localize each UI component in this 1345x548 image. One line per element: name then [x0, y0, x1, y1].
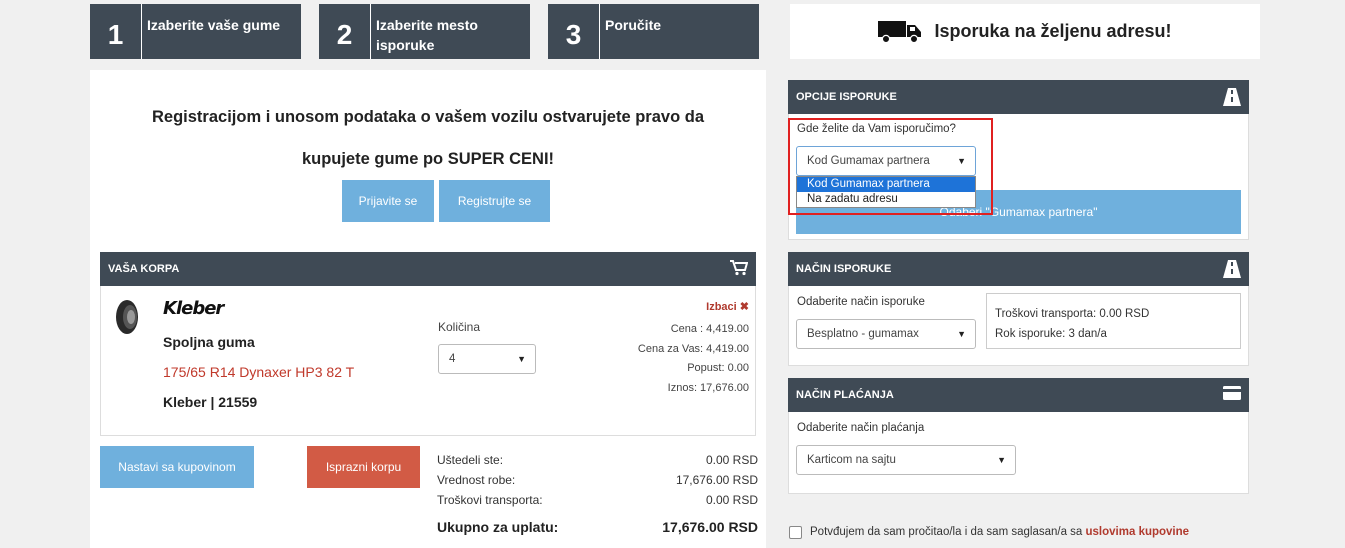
- delivery-banner: Isporuka na željenu adresu!: [790, 4, 1260, 59]
- total-value: 17,676.00 RSD: [662, 519, 758, 535]
- delivery-method-header: NAČIN ISPORUKE: [788, 252, 1249, 286]
- transport-value: 0.00 RSD: [705, 493, 758, 507]
- transport-cost: Troškovi transporta: 0.00 RSD: [995, 308, 1150, 320]
- delivery-time: Rok isporuke: 3 dan/a: [995, 328, 1107, 340]
- step-number: 2: [319, 4, 371, 59]
- promo-text: Registracijom i unosom podataka o vašem …: [90, 96, 766, 180]
- payment-title: NAČIN PLAĆANJA: [796, 389, 894, 401]
- delivery-method-select[interactable]: Besplatno - gumamax ▼: [796, 319, 976, 349]
- cart-icon: [730, 260, 749, 281]
- delivery-method-title: NAČIN ISPORUKE: [796, 263, 892, 275]
- chevron-down-icon: ▼: [997, 455, 1006, 465]
- product-type: Spoljna guma: [163, 334, 255, 350]
- price-details: Cena : 4,419.00 Cena za Vas: 4,419.00 Po…: [638, 320, 749, 398]
- total-label: Ukupno za uplatu:: [437, 519, 559, 535]
- step-number: 3: [548, 4, 600, 59]
- delivery-options-title: OPCIJE ISPORUKE: [796, 91, 897, 103]
- product-name[interactable]: 175/65 R14 Dynaxer HP3 82 T: [163, 364, 354, 380]
- terms-checkbox[interactable]: [789, 526, 802, 539]
- terms-text: Potvđujem da sam pročitao/la i da sam sa…: [810, 526, 1189, 538]
- chevron-down-icon: ▼: [517, 354, 526, 364]
- your-price: Cena za Vas: 4,419.00: [637, 342, 749, 355]
- cart-header: VAŠA KORPA: [100, 252, 756, 286]
- road-icon: [1223, 88, 1241, 111]
- delivery-info-box: Troškovi transporta: 0.00 RSD Rok isporu…: [986, 293, 1241, 349]
- delivery-method-body: Odaberite način isporuke Besplatno - gum…: [788, 286, 1249, 366]
- promo-line-2: kupujete gume po SUPER CENI!: [301, 150, 555, 168]
- quantity-value: 4: [449, 353, 456, 365]
- payment-body: Odaberite način plaćanja Karticom na saj…: [788, 412, 1249, 494]
- remove-button[interactable]: Izbaci ✖: [706, 300, 749, 313]
- delivery-banner-text: Isporuka na željenu adresu!: [934, 21, 1172, 41]
- road-icon: [1223, 260, 1241, 283]
- continue-shopping-button[interactable]: Nastavi sa kupovinom: [100, 446, 254, 488]
- truck-icon: [878, 20, 922, 43]
- terms-link[interactable]: uslovima kupovine: [1086, 526, 1190, 538]
- step-label: Poručite: [605, 17, 662, 33]
- step-2[interactable]: 2 Izaberite mesto isporuke: [319, 4, 530, 59]
- payment-select[interactable]: Karticom na sajtu ▼: [796, 445, 1016, 475]
- order-summary: Uštedeli ste: 0.00 RSD Vrednost robe: 17,6…: [437, 453, 758, 535]
- terms-label: Potvđujem da sam pročitao/la i da sam sa…: [810, 526, 1086, 538]
- cart-item: Kleber Spoljna guma 175/65 R14 Dynaxer H…: [100, 286, 756, 436]
- register-button[interactable]: Registrujte se: [439, 180, 550, 222]
- amount: Iznos: 17,676.00: [667, 381, 749, 394]
- goods-label: Vrednost robe:: [437, 473, 516, 487]
- delivery-options-header: OPCIJE ISPORUKE: [788, 80, 1249, 114]
- delivery-method-label: Odaberite način isporuke: [797, 296, 925, 308]
- transport-label: Troškovi transporta:: [437, 493, 543, 507]
- chevron-down-icon: ▼: [957, 329, 966, 339]
- empty-cart-button[interactable]: Isprazni korpu: [307, 446, 420, 488]
- credit-card-icon: [1223, 386, 1241, 405]
- main-panel: Registracijom i unosom podataka o vašem …: [90, 70, 766, 548]
- step-label: Izaberite mesto isporuke: [376, 17, 478, 53]
- quantity-select[interactable]: 4 ▼: [438, 344, 536, 374]
- saved-label: Uštedeli ste:: [437, 453, 504, 467]
- highlight-frame: [788, 118, 993, 215]
- step-number: 1: [90, 4, 142, 59]
- discount: Popust: 0.00: [687, 362, 749, 374]
- brand-logo: Kleber: [163, 298, 224, 319]
- quantity-label: Količina: [438, 320, 481, 334]
- close-icon: ✖: [739, 301, 749, 313]
- price: Cena : 4,419.00: [670, 323, 749, 335]
- delivery-method-value: Besplatno - gumamax: [807, 328, 919, 340]
- login-button[interactable]: Prijavite se: [342, 180, 434, 222]
- payment-header: NAČIN PLAĆANJA: [788, 378, 1249, 412]
- promo-line-1: Registracijom i unosom podataka o vašem …: [152, 108, 704, 126]
- step-label: Izaberite vaše gume: [147, 17, 281, 33]
- cart-title: VAŠA KORPA: [108, 263, 180, 275]
- product-meta: Kleber | 21559: [163, 394, 258, 410]
- payment-label: Odaberite način plaćanja: [797, 422, 925, 434]
- step-1[interactable]: 1 Izaberite vaše gume: [90, 4, 301, 59]
- saved-value: 0.00 RSD: [705, 453, 758, 467]
- remove-label: Izbaci: [706, 301, 737, 313]
- payment-value: Karticom na sajtu: [807, 454, 896, 466]
- step-3[interactable]: 3 Poručite: [548, 4, 759, 59]
- goods-value: 17,676.00 RSD: [675, 473, 758, 487]
- tire-image: [116, 300, 138, 334]
